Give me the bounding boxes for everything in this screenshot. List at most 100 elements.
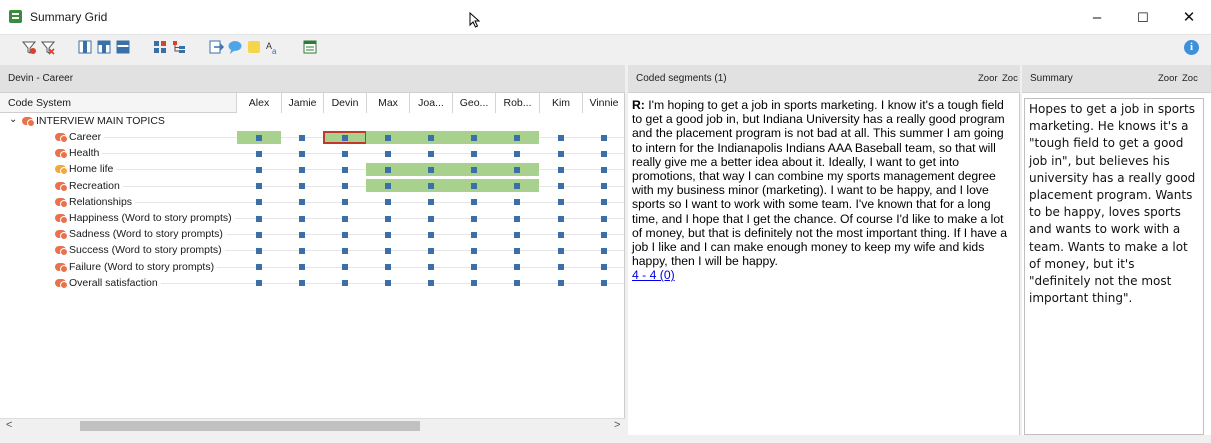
column-header[interactable]: Vinnie — [582, 93, 625, 113]
summary-cell-filled[interactable] — [236, 130, 281, 144]
summary-cell[interactable] — [409, 276, 453, 289]
summary-cell[interactable] — [539, 244, 583, 257]
scroll-right-button[interactable]: > — [614, 419, 620, 431]
code-row-label[interactable]: Career — [55, 129, 105, 145]
summary-cell[interactable] — [495, 244, 539, 257]
summary-cell[interactable] — [582, 195, 626, 208]
summary-cell[interactable] — [237, 147, 281, 160]
memo-icon[interactable] — [246, 39, 262, 55]
summary-cell[interactable] — [409, 244, 453, 257]
summary-cell-filled[interactable] — [451, 130, 496, 144]
summary-cell[interactable] — [366, 195, 410, 208]
summary-cell[interactable] — [452, 260, 496, 273]
info-icon[interactable]: i — [1184, 40, 1199, 55]
summary-cell[interactable] — [582, 179, 626, 192]
summary-cell[interactable] — [539, 179, 583, 192]
summary-cell[interactable] — [495, 260, 539, 273]
color-grid-icon[interactable] — [152, 39, 168, 55]
summary-cell[interactable] — [495, 228, 539, 241]
summary-cell[interactable] — [366, 276, 410, 289]
summary-cell[interactable] — [280, 163, 324, 176]
summary-cell[interactable] — [323, 260, 367, 273]
summary-cell[interactable] — [409, 212, 453, 225]
filter-reset-icon[interactable] — [40, 39, 56, 55]
summary-cell[interactable] — [237, 179, 281, 192]
summary-cell[interactable] — [409, 228, 453, 241]
comment-icon[interactable] — [227, 39, 243, 55]
summary-cell[interactable] — [280, 244, 324, 257]
summary-cell[interactable] — [323, 244, 367, 257]
summary-cell[interactable] — [280, 179, 324, 192]
summary-cell[interactable] — [280, 212, 324, 225]
scroll-left-button[interactable]: < — [6, 419, 12, 431]
summary-cell[interactable] — [366, 228, 410, 241]
summary-cell[interactable] — [539, 147, 583, 160]
summary-cell-filled[interactable] — [365, 179, 410, 193]
layout-2-icon[interactable] — [96, 39, 112, 55]
coded-segment-text[interactable]: R: I'm hoping to get a job in sports mar… — [632, 98, 1017, 283]
segment-source-link[interactable]: 4 - 4 (0) — [632, 268, 675, 282]
summary-cell[interactable] — [323, 147, 367, 160]
expand-chevron-icon[interactable]: ⌄ — [9, 114, 17, 125]
column-header[interactable]: Rob... — [495, 93, 539, 113]
scrollbar-thumb[interactable] — [80, 421, 420, 431]
summary-cell[interactable] — [539, 260, 583, 273]
summary-cell[interactable] — [582, 131, 626, 144]
layout-1-icon[interactable] — [77, 39, 93, 55]
summary-cell-filled[interactable] — [408, 179, 453, 193]
summary-cell[interactable] — [582, 244, 626, 257]
summary-cell-filled[interactable] — [322, 130, 367, 144]
code-row-label[interactable]: Health — [55, 145, 103, 162]
code-row-label[interactable]: Sadness (Word to story prompts) — [55, 226, 226, 243]
summary-cell[interactable] — [409, 260, 453, 273]
code-row-label[interactable]: Recreation — [55, 177, 123, 194]
summary-cell[interactable] — [237, 212, 281, 225]
summary-cell[interactable] — [280, 260, 324, 273]
column-header[interactable]: Alex — [236, 93, 281, 113]
summary-cell[interactable] — [323, 228, 367, 241]
maximize-button[interactable]: ☐ — [1120, 0, 1166, 35]
summary-cell[interactable] — [452, 195, 496, 208]
summary-cell-filled[interactable] — [451, 179, 496, 193]
summary-cell[interactable] — [582, 212, 626, 225]
summary-cell[interactable] — [582, 276, 626, 289]
summary-cell[interactable] — [237, 276, 281, 289]
column-header[interactable]: Geo... — [452, 93, 495, 113]
summary-cell[interactable] — [237, 228, 281, 241]
summary-editor[interactable]: Hopes to get a job in sports marketing. … — [1024, 98, 1204, 435]
summary-cell-filled[interactable] — [408, 130, 453, 144]
summary-cell[interactable] — [409, 195, 453, 208]
summary-cell[interactable] — [452, 244, 496, 257]
summary-cell[interactable] — [366, 147, 410, 160]
summary-cell[interactable] — [495, 195, 539, 208]
column-header[interactable]: Kim — [539, 93, 582, 113]
summary-cell-filled[interactable] — [495, 179, 539, 193]
summary-zoom-in[interactable]: Zoc — [1182, 65, 1198, 93]
summary-cell-filled[interactable] — [495, 130, 539, 144]
summary-cell[interactable] — [539, 195, 583, 208]
column-header[interactable]: Joa... — [409, 93, 452, 113]
table-icon[interactable] — [302, 39, 318, 55]
column-header[interactable]: Jamie — [281, 93, 323, 113]
summary-cell[interactable] — [237, 163, 281, 176]
summary-cell[interactable] — [539, 212, 583, 225]
summary-cell[interactable] — [237, 195, 281, 208]
export-icon[interactable] — [208, 39, 224, 55]
segments-zoom-out[interactable]: Zoor — [978, 65, 998, 93]
summary-cell[interactable] — [452, 212, 496, 225]
summary-cell[interactable] — [280, 131, 324, 144]
code-row-label[interactable]: Success (Word to story prompts) — [55, 242, 225, 259]
tree-grid-icon[interactable] — [171, 39, 187, 55]
summary-cell[interactable] — [366, 260, 410, 273]
summary-cell[interactable] — [366, 244, 410, 257]
summary-cell[interactable] — [323, 212, 367, 225]
close-button[interactable]: ✕ — [1166, 0, 1211, 35]
code-row-label[interactable]: Overall satisfaction — [55, 274, 161, 291]
summary-cell[interactable] — [366, 212, 410, 225]
summary-cell[interactable] — [582, 260, 626, 273]
segments-zoom-in[interactable]: Zoc — [1002, 65, 1018, 93]
code-row-label[interactable]: Happiness (Word to story prompts) — [55, 210, 235, 226]
summary-cell[interactable] — [323, 276, 367, 289]
summary-cell[interactable] — [495, 212, 539, 225]
summary-cell[interactable] — [539, 228, 583, 241]
